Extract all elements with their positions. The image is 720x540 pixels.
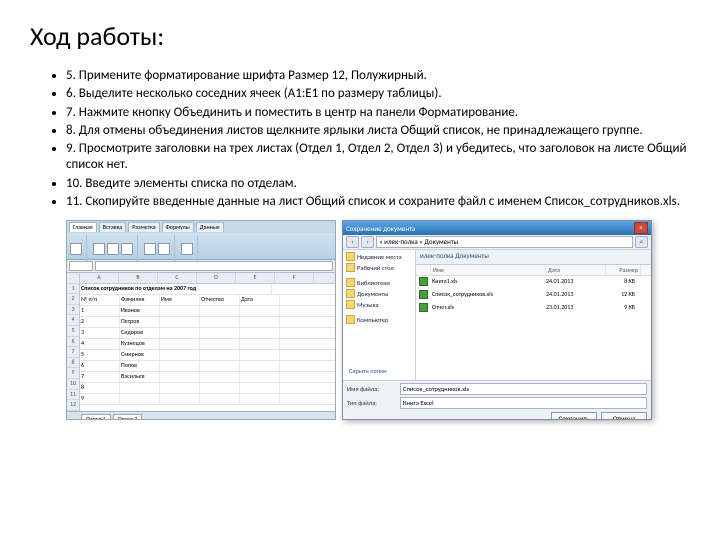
cancel-button[interactable]: Отмена	[601, 412, 647, 420]
ribbon-tab[interactable]: Данные	[196, 222, 224, 232]
list-item: 6. Выделите несколько соседних ячеек (A1…	[66, 86, 690, 102]
sidebar-item[interactable]: Документы	[343, 288, 415, 299]
folder-icon	[346, 252, 355, 261]
filename-input[interactable]: Список_сотрудников.xls	[400, 383, 647, 395]
list-item: 5. Примените форматирование шрифта Разме…	[66, 68, 690, 84]
ribbon-tab[interactable]: Разметка	[128, 222, 159, 232]
hide-folders-link[interactable]: Скрыть папки	[349, 367, 387, 375]
spreadsheet-cells[interactable]: Список сотрудников по отделам на 2007 го…	[80, 284, 335, 411]
font-icon[interactable]	[93, 243, 105, 255]
list-item: 8. Для отмены объединения листов щелкнит…	[66, 123, 690, 139]
list-item: 10. Введите элементы списка по отделам.	[66, 176, 690, 192]
file-row[interactable]: Книга1.xls 24.01.2013 8 КБ	[416, 276, 651, 289]
list-item: 9. Просмотрите заголовки на трех листах …	[66, 141, 690, 174]
search-icon[interactable]: ⌕	[635, 236, 648, 248]
ribbon-tab[interactable]: Формулы	[162, 222, 194, 232]
number-icon[interactable]	[181, 243, 193, 255]
merge-icon[interactable]	[158, 243, 170, 255]
excel-file-icon	[419, 290, 428, 299]
file-list-header: Имя Дата Размер	[416, 265, 651, 276]
save-button[interactable]: Сохранить	[551, 412, 597, 420]
bold-icon[interactable]	[107, 243, 119, 255]
sidebar-item[interactable]: Недавние места	[343, 251, 415, 262]
folder-icon	[346, 278, 355, 287]
dialog-nav: ‹ › « илек-полка » Документы ⌕	[343, 235, 651, 250]
sidebar-item[interactable]: Музыка	[343, 299, 415, 310]
ribbon-tab[interactable]: Вставка	[99, 222, 126, 232]
col-headers: ABCDEF	[80, 273, 335, 284]
merged-title-cell[interactable]: Список сотрудников по отделам на 2007 го…	[80, 284, 272, 294]
excel-ribbon: Главная Вставка Разметка Формулы Данные	[67, 221, 335, 260]
color-icon[interactable]	[121, 243, 133, 255]
dialog-sidebar: Недавние места Рабочий стол Библиотеки Д…	[343, 250, 416, 380]
forward-icon[interactable]: ›	[361, 236, 374, 248]
folder-icon	[346, 289, 355, 298]
sidebar-item[interactable]: Библиотеки	[343, 277, 415, 288]
excel-screenshot: Главная Вставка Разметка Формулы Данные …	[66, 220, 336, 420]
sidebar-item[interactable]: Компьютер	[343, 314, 415, 325]
excel-file-icon	[419, 303, 428, 312]
ribbon-tab[interactable]: Главная	[69, 222, 97, 232]
folder-icon	[346, 300, 355, 309]
save-dialog: Сохранение документа × ‹ › « илек-полка …	[342, 220, 652, 420]
file-row[interactable]: Отчет.xls 23.01.2013 9 КБ	[416, 302, 651, 315]
path-box[interactable]: « илек-полка » Документы	[376, 236, 633, 248]
dialog-title: Сохранение документа	[346, 224, 415, 233]
dialog-titlebar: Сохранение документа ×	[343, 221, 651, 235]
name-box[interactable]	[69, 261, 93, 271]
dialog-footer: Имя файла: Список_сотрудников.xls Тип фа…	[343, 380, 651, 420]
folder-icon	[346, 263, 355, 272]
sheet-tab[interactable]: Отдел 2	[113, 414, 143, 421]
filetype-select[interactable]: Книга Excel	[400, 397, 647, 409]
sidebar-item[interactable]: Рабочий стол	[343, 262, 415, 273]
pane-header: илек-полка Документы	[416, 250, 651, 265]
paste-icon[interactable]	[70, 243, 82, 255]
excel-file-icon	[419, 277, 428, 286]
instruction-list: 5. Примените форматирование шрифта Разме…	[30, 68, 690, 210]
row-headers: 123456789101112	[67, 273, 80, 411]
list-item: 11. Скопируйте введенные данные на лист …	[66, 194, 690, 210]
file-list: Имя Дата Размер Книга1.xls 24.01.2013 8 …	[416, 265, 651, 380]
list-item: 7. Нажмите кнопку Объединить и поместить…	[66, 105, 690, 121]
align-icon[interactable]	[144, 243, 156, 255]
page-title: Ход работы:	[30, 20, 690, 52]
filename-label: Имя файла:	[347, 385, 397, 393]
file-row[interactable]: Список_сотрудников.xls 24.01.2013 12 КБ	[416, 289, 651, 302]
formula-bar	[67, 260, 335, 273]
sheet-tab[interactable]: Отдел 1	[81, 414, 111, 421]
folder-icon	[346, 315, 355, 324]
filetype-label: Тип файла:	[347, 399, 397, 407]
formula-input[interactable]	[95, 261, 333, 271]
back-icon[interactable]: ‹	[346, 236, 359, 248]
sheet-tabs: Отдел 1 Отдел 2	[67, 411, 335, 420]
close-icon[interactable]: ×	[634, 222, 648, 234]
